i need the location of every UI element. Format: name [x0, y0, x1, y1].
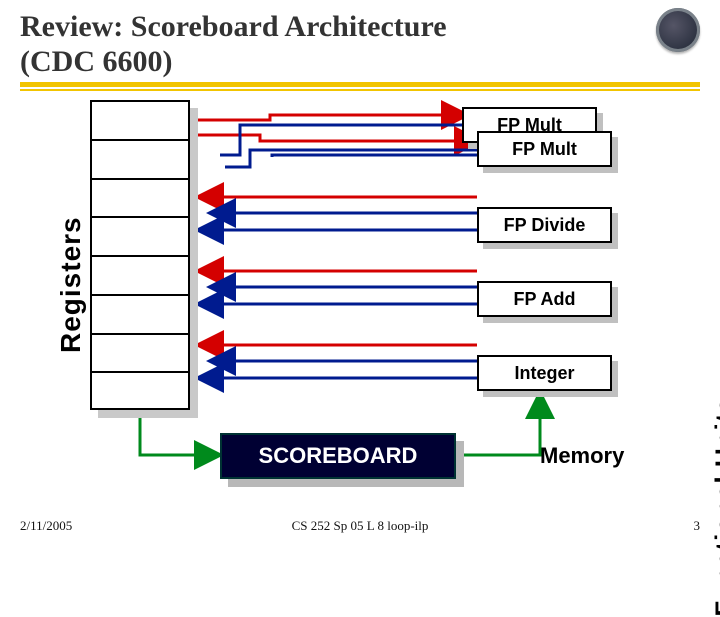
fu-box-integer: Integer [477, 355, 612, 391]
diagram-stage: Registers FP Mult FP Mult FP Divide FP A… [0, 95, 720, 505]
footer-page: 3 [694, 518, 701, 534]
registers-block [90, 100, 190, 410]
functional-units-label: Functional Units [710, 397, 720, 617]
reg-row [92, 296, 188, 335]
reg-row [92, 373, 188, 412]
reg-row [92, 102, 188, 141]
memory-label: Memory [540, 443, 624, 469]
reg-row [92, 141, 188, 180]
fu-box-fpdivide: FP Divide [477, 207, 612, 243]
org-logo-icon [656, 8, 700, 52]
reg-row [92, 218, 188, 257]
title-line-1: Review: Scoreboard Architecture [20, 10, 447, 43]
footer-date: 2/11/2005 [20, 518, 72, 534]
page-title: Review: Scoreboard Architecture (CDC 660… [20, 10, 700, 79]
fu-box-fpadd: FP Add [477, 281, 612, 317]
reg-row [92, 335, 188, 374]
registers-label: Registers [55, 216, 87, 353]
divider [20, 82, 700, 91]
title-line-2: (CDC 6600) [20, 45, 172, 78]
reg-row [92, 180, 188, 219]
fu-box-fpmult2: FP Mult [477, 131, 612, 167]
footer: 2/11/2005 CS 252 Sp 05 L 8 loop-ilp 3 [20, 518, 700, 534]
footer-center: CS 252 Sp 05 L 8 loop-ilp [292, 518, 429, 534]
reg-row [92, 257, 188, 296]
scoreboard-box: SCOREBOARD [220, 433, 456, 479]
